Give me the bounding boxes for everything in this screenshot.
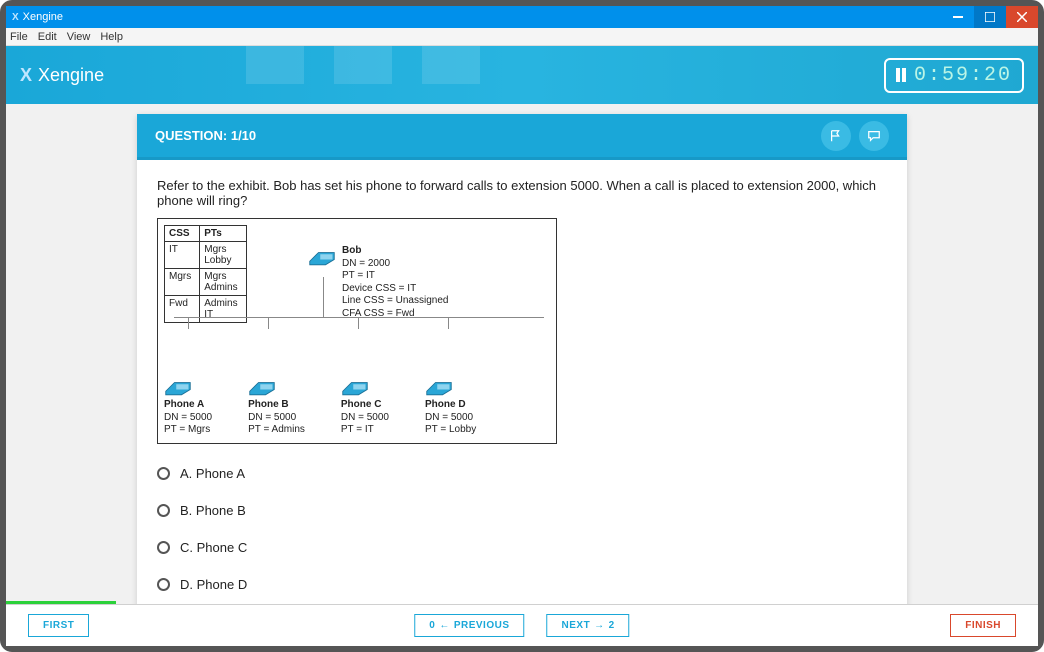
first-button[interactable]: FIRST [28,614,89,637]
title-bar: X Xengine [6,6,1038,28]
app-logo-icon: X [20,65,32,86]
option-a[interactable]: A. Phone A [157,466,887,481]
menu-file[interactable]: File [10,31,28,43]
radio-icon [157,467,170,480]
app-banner: X Xengine 0:59:20 [6,46,1038,104]
exhibit-diagram: CSSPTs ITMgrs Lobby MgrsMgrs Admins FwdA… [157,218,557,444]
timer: 0:59:20 [884,58,1024,93]
comment-button[interactable] [859,121,889,151]
option-b[interactable]: B. Phone B [157,503,887,518]
option-c[interactable]: C. Phone C [157,540,887,555]
finish-button[interactable]: FINISH [950,614,1016,637]
titlebar-logo-icon: X [12,12,19,23]
radio-icon [157,504,170,517]
phone-d: Phone DDN = 5000PT = Lobby [425,375,476,437]
question-header: QUESTION: 1/10 [137,114,907,160]
radio-icon [157,541,170,554]
question-card: QUESTION: 1/10 Refer to the exhibit. Bob… [137,114,907,604]
pause-icon[interactable] [896,68,906,82]
phone-icon [425,375,453,397]
question-counter: QUESTION: 1/10 [155,128,256,143]
question-text: Refer to the exhibit. Bob has set his ph… [157,178,887,208]
answer-options: A. Phone A B. Phone B C. Phone C D. Phon… [157,466,887,592]
phone-icon [248,375,276,397]
menu-view[interactable]: View [67,31,91,43]
menu-edit[interactable]: Edit [38,31,57,43]
timer-value: 0:59:20 [914,64,1012,87]
menu-help[interactable]: Help [100,31,123,43]
exhibit-table: CSSPTs ITMgrs Lobby MgrsMgrs Admins FwdA… [164,225,247,323]
phone-icon [164,375,192,397]
arrow-right-icon: → [594,620,605,631]
window-minimize-button[interactable] [942,6,974,28]
phone-a: Phone ADN = 5000PT = Mgrs [164,375,212,437]
app-title: Xengine [38,65,104,86]
radio-icon [157,578,170,591]
nav-footer: FIRST 0 ← PREVIOUS NEXT → 2 FINISH [6,604,1038,646]
arrow-left-icon: ← [439,620,450,631]
phone-b: Phone BDN = 5000PT = Admins [248,375,305,437]
menu-bar: File Edit View Help [6,28,1038,46]
option-d[interactable]: D. Phone D [157,577,887,592]
flag-button[interactable] [821,121,851,151]
window-close-button[interactable] [1006,6,1038,28]
window-title: Xengine [23,11,63,23]
phone-icon [308,245,336,267]
previous-button[interactable]: 0 ← PREVIOUS [414,614,524,637]
phone-c: Phone CDN = 5000PT = IT [341,375,389,437]
phone-icon [341,375,369,397]
next-button[interactable]: NEXT → 2 [547,614,630,637]
window-maximize-button[interactable] [974,6,1006,28]
